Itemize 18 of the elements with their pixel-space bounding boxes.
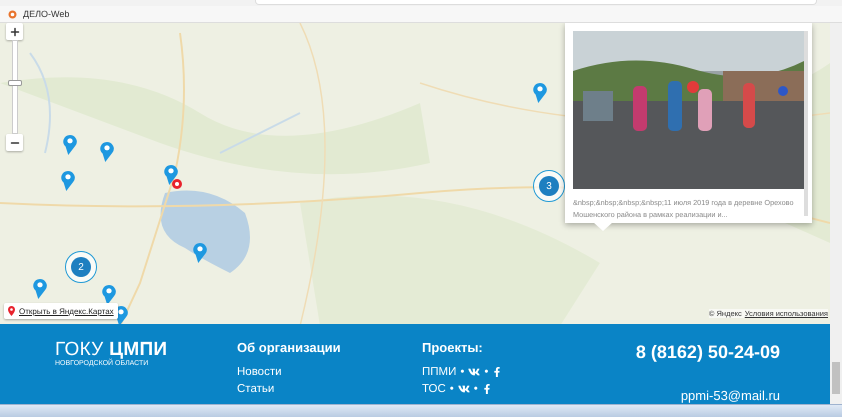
separator-dot: •: [450, 383, 454, 396]
separator-dot: •: [474, 383, 478, 396]
column-title: Проекты:: [422, 340, 484, 356]
bookmark-link[interactable]: ДЕЛО-Web: [8, 9, 70, 19]
phone-number: 8 (8162) 50-24-09: [636, 342, 780, 364]
footer-link[interactable]: Статьи: [237, 383, 422, 396]
facebook-icon[interactable]: [492, 367, 502, 378]
separator-dot: •: [484, 366, 488, 378]
facebook-icon[interactable]: [482, 384, 492, 394]
email-link[interactable]: ppmi-53@mail.ru: [680, 388, 780, 404]
vk-icon[interactable]: [468, 366, 480, 378]
vk-icon[interactable]: [458, 383, 470, 396]
footer-link[interactable]: Новости: [237, 366, 422, 378]
column-title: Об организации: [237, 340, 342, 356]
separator-dot: •: [460, 366, 464, 378]
project-link[interactable]: ТОС: [422, 383, 446, 396]
scrollbar-thumb[interactable]: [832, 362, 840, 394]
project-link[interactable]: ППМИ: [422, 366, 456, 378]
